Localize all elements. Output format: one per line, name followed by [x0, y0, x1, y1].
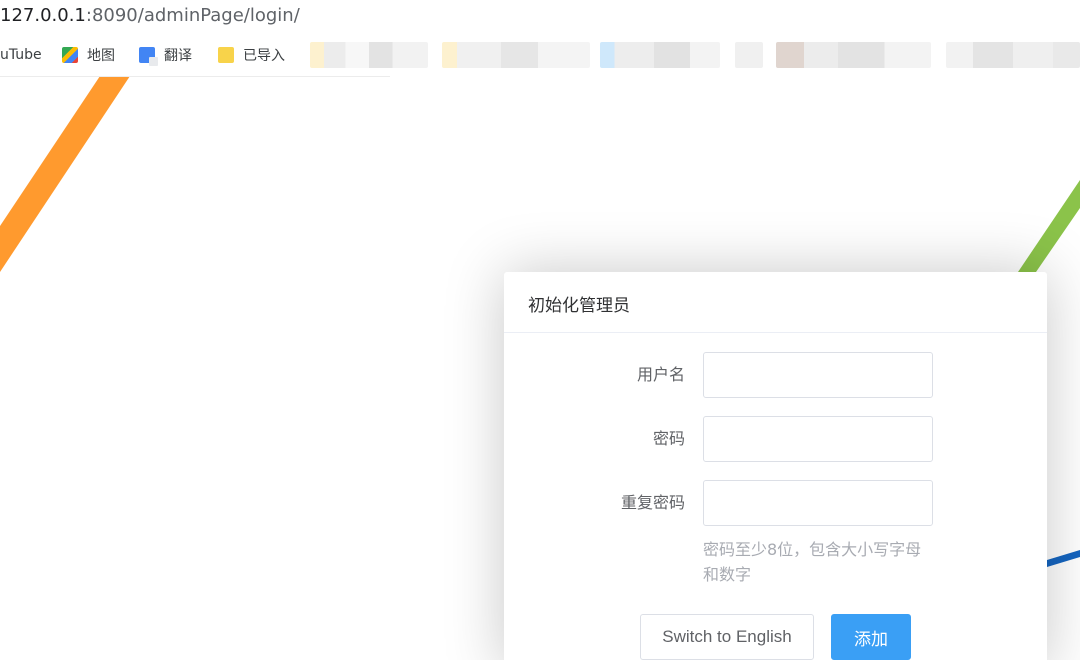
add-button[interactable]: 添加 — [831, 614, 911, 660]
password-input[interactable] — [703, 416, 933, 462]
username-input[interactable] — [703, 352, 933, 398]
blue-stripe — [1047, 550, 1080, 567]
bookmark-label: 已导入 — [243, 48, 285, 64]
address-bar[interactable]: 127.0.0.1:8090/adminPage/login/ — [0, 0, 1080, 34]
blurred-bookmark[interactable] — [776, 42, 931, 68]
folder-icon — [218, 47, 234, 63]
init-admin-dialog: 初始化管理员 用户名 密码 重复密码 密码至少8位，包含大小写字母和数字 Swi… — [504, 272, 1047, 660]
blurred-bookmark[interactable] — [946, 42, 1080, 68]
username-row: 用户名 — [504, 352, 1047, 398]
orange-stripe — [0, 76, 130, 272]
dialog-title: 初始化管理员 — [504, 272, 1047, 333]
blurred-bookmark[interactable] — [735, 42, 763, 68]
translate-icon — [139, 47, 158, 66]
url-host: 127.0.0.1 — [0, 5, 86, 26]
switch-language-button[interactable]: Switch to English — [640, 614, 814, 660]
bookmark-maps[interactable]: 地图 — [62, 44, 115, 66]
password-row: 密码 — [504, 416, 1047, 462]
bookmark-label: 翻译 — [164, 48, 192, 64]
confirm-password-row: 重复密码 — [504, 480, 1047, 526]
blurred-bookmark[interactable] — [310, 42, 428, 68]
bookmark-label: 地图 — [87, 48, 115, 64]
green-stripe — [1018, 180, 1080, 272]
bookmark-label: uTube — [0, 47, 42, 63]
url-path: :8090/adminPage/login/ — [85, 5, 300, 26]
blurred-bookmark[interactable] — [600, 42, 720, 68]
blurred-bookmark[interactable] — [442, 42, 590, 68]
bookmark-translate[interactable]: 翻译 — [139, 44, 192, 66]
bookmark-youtube[interactable]: uTube — [0, 44, 42, 66]
bookmarks-divider — [0, 76, 390, 77]
username-label: 用户名 — [636, 365, 685, 384]
bookmarks-bar: uTube 地图 翻译 已导入 — [0, 34, 1080, 76]
confirm-password-label: 重复密码 — [620, 493, 685, 512]
confirm-password-input[interactable] — [703, 480, 933, 526]
maps-icon — [62, 47, 78, 63]
url-text[interactable]: 127.0.0.1:8090/adminPage/login/ — [0, 5, 300, 26]
password-label: 密码 — [652, 429, 685, 448]
password-hint: 密码至少8位，包含大小写字母和数字 — [703, 540, 922, 584]
bookmark-imported[interactable]: 已导入 — [218, 44, 285, 66]
